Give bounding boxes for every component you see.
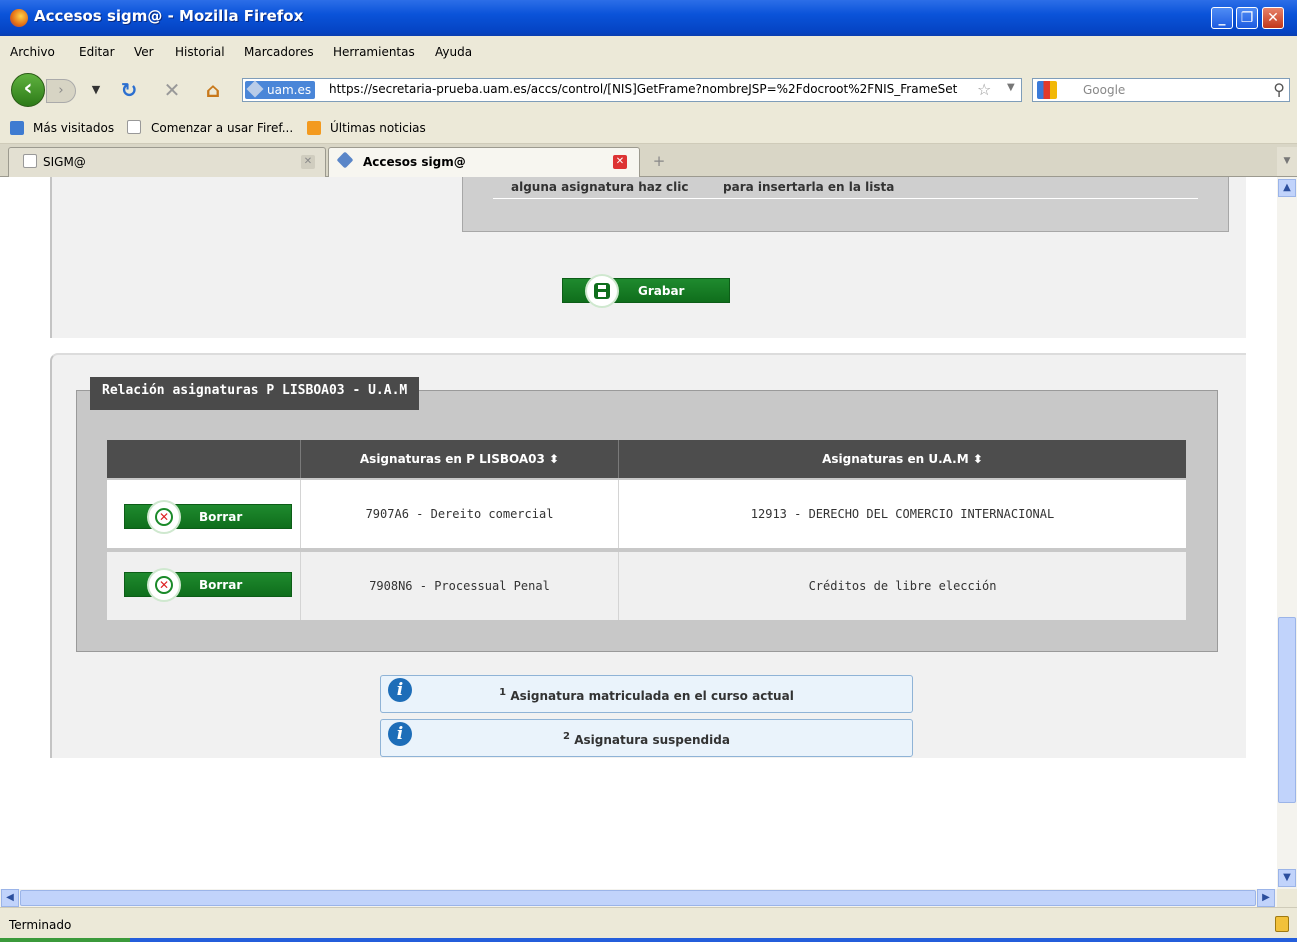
maximize-button[interactable]: ❐	[1236, 7, 1258, 29]
info-note-enrolled: i 1 Asignatura matriculada en el curso a…	[380, 675, 913, 713]
page-icon	[23, 154, 37, 168]
menu-editar[interactable]: Editar	[79, 45, 115, 59]
origin-subject-cell: 7908N6 - Processual Penal	[369, 579, 550, 593]
delete-icon: ✕	[149, 570, 179, 600]
back-button[interactable]: ‹	[11, 73, 45, 107]
url-dropdown-icon[interactable]: ▼	[1007, 82, 1015, 93]
instruction-text: alguna asignatura haz clic	[511, 180, 689, 194]
home-icon[interactable]: ⌂	[201, 78, 225, 102]
menu-marcadores[interactable]: Marcadores	[244, 45, 314, 59]
tab-accesos-sigma[interactable]: Accesos sigm@ ✕	[328, 147, 640, 177]
vertical-scrollbar[interactable]: ▲ ▼	[1277, 177, 1297, 889]
horizontal-scroll-thumb[interactable]	[20, 890, 1256, 906]
search-bar[interactable]: Google ⚲	[1032, 78, 1290, 102]
borrar-label: Borrar	[199, 578, 243, 592]
tab-label: Accesos sigm@	[363, 155, 466, 169]
horizontal-scrollbar[interactable]: ◀ ▶	[0, 889, 1277, 907]
table-row: ✕ Borrar 7908N6 - Processual Penal Crédi…	[107, 552, 1186, 620]
target-subject-cell: 12913 - DERECHO DEL COMERCIO INTERNACION…	[750, 507, 1055, 521]
menu-ayuda[interactable]: Ayuda	[435, 45, 472, 59]
scroll-left-icon[interactable]: ◀	[1, 889, 19, 907]
forward-button[interactable]: ›	[46, 79, 76, 103]
search-icon[interactable]: ⚲	[1273, 80, 1285, 99]
google-engine-icon[interactable]	[1037, 81, 1057, 99]
borrar-label: Borrar	[199, 510, 243, 524]
table-header: Asignaturas en P LISBOA03 ⬍ Asignaturas …	[107, 440, 1186, 478]
site-icon	[336, 151, 354, 169]
tab-sigma[interactable]: SIGM@ ✕	[8, 147, 326, 177]
bookmark-star-icon[interactable]: ☆	[977, 80, 991, 99]
vertical-scroll-thumb[interactable]	[1278, 617, 1296, 803]
close-window-button[interactable]: ✕	[1262, 7, 1284, 29]
info-note-failed: i 2 Asignatura suspendida	[380, 719, 913, 757]
url-text[interactable]: https://secretaria-prueba.uam.es/accs/co…	[329, 82, 969, 96]
site-identity-badge[interactable]: uam.es	[245, 80, 316, 99]
status-bar: Terminado	[0, 907, 1297, 942]
note-marker: 1	[499, 687, 507, 698]
target-subject-cell: Créditos de libre elección	[808, 579, 997, 593]
borrar-button[interactable]: ✕ Borrar	[124, 502, 292, 532]
menu-ver[interactable]: Ver	[134, 45, 154, 59]
fieldset-legend: Relación asignaturas P LISBOA03 - U.A.M	[90, 377, 420, 410]
scroll-up-icon[interactable]: ▲	[1278, 179, 1296, 197]
reload-icon[interactable]: ↻	[117, 78, 141, 102]
close-tab-icon[interactable]: ✕	[613, 155, 627, 169]
most-visited-icon	[10, 121, 24, 135]
scroll-right-icon[interactable]: ▶	[1257, 889, 1275, 907]
scroll-corner	[1277, 889, 1297, 907]
delete-icon: ✕	[149, 502, 179, 532]
search-placeholder: Google	[1083, 83, 1126, 97]
new-tab-icon[interactable]: +	[648, 152, 670, 172]
borrar-button[interactable]: ✕ Borrar	[124, 570, 292, 600]
note-text: Asignatura matriculada en el curso actua…	[510, 689, 794, 703]
address-bar[interactable]: uam.es https://secretaria-prueba.uam.es/…	[242, 78, 1022, 102]
status-text: Terminado	[9, 918, 72, 932]
note-text: Asignatura suspendida	[574, 733, 730, 747]
page-viewport: alguna asignatura haz clic para insertar…	[0, 177, 1277, 889]
floppy-shape	[594, 283, 610, 299]
menu-bar: Archivo Editar Ver Historial Marcadores …	[0, 36, 1297, 68]
rss-icon	[307, 121, 321, 135]
close-tab-icon[interactable]: ✕	[301, 155, 315, 169]
bookmarks-toolbar: Más visitados Comenzar a usar Firef... Ú…	[0, 112, 1297, 144]
lock-icon[interactable]	[1275, 916, 1289, 932]
save-icon	[587, 276, 617, 306]
navigation-toolbar: ‹ › ▼ ↻ ✕ ⌂ uam.es https://secretaria-pr…	[0, 68, 1297, 112]
window-title: Accesos sigm@ - Mozilla Firefox	[34, 7, 304, 25]
menu-historial[interactable]: Historial	[175, 45, 225, 59]
history-dropdown-icon[interactable]: ▼	[84, 78, 108, 102]
menu-archivo[interactable]: Archivo	[10, 45, 55, 59]
divider	[493, 198, 1198, 199]
scroll-down-icon[interactable]: ▼	[1278, 869, 1296, 887]
tab-label: SIGM@	[43, 155, 86, 169]
table-row: ✕ Borrar 7907A6 - Dereito comercial 1291…	[107, 480, 1186, 548]
instructions-box: alguna asignatura haz clic para insertar…	[462, 177, 1229, 232]
bookmark-ultimas-noticias[interactable]: Últimas noticias	[330, 121, 426, 135]
note-marker: 2	[563, 731, 571, 742]
tab-bar: SIGM@ ✕ Accesos sigm@ ✕ + ▼	[0, 144, 1297, 177]
site-icon	[246, 80, 264, 98]
menu-herramientas[interactable]: Herramientas	[333, 45, 415, 59]
column-header-target[interactable]: Asignaturas en U.A.M ⬍	[619, 440, 1186, 478]
bookmark-mas-visitados[interactable]: Más visitados	[33, 121, 114, 135]
grabar-button[interactable]: Grabar	[562, 276, 730, 306]
grabar-label: Grabar	[638, 284, 685, 298]
minimize-button[interactable]: _	[1211, 7, 1233, 29]
tab-list-icon[interactable]: ▼	[1277, 147, 1297, 176]
window-titlebar: Accesos sigm@ - Mozilla Firefox _ ❐ ✕	[0, 0, 1297, 36]
origin-subject-cell: 7907A6 - Dereito comercial	[365, 507, 554, 521]
taskbar-edge	[0, 938, 1297, 942]
stop-icon[interactable]: ✕	[160, 78, 184, 102]
instruction-text: para insertarla en la lista	[723, 180, 895, 194]
column-header-origin[interactable]: Asignaturas en P LISBOA03 ⬍	[301, 440, 618, 478]
firefox-icon	[10, 9, 28, 27]
column-header-actions	[107, 440, 300, 478]
page-icon	[127, 120, 141, 134]
bookmark-comenzar[interactable]: Comenzar a usar Firef...	[151, 121, 293, 135]
